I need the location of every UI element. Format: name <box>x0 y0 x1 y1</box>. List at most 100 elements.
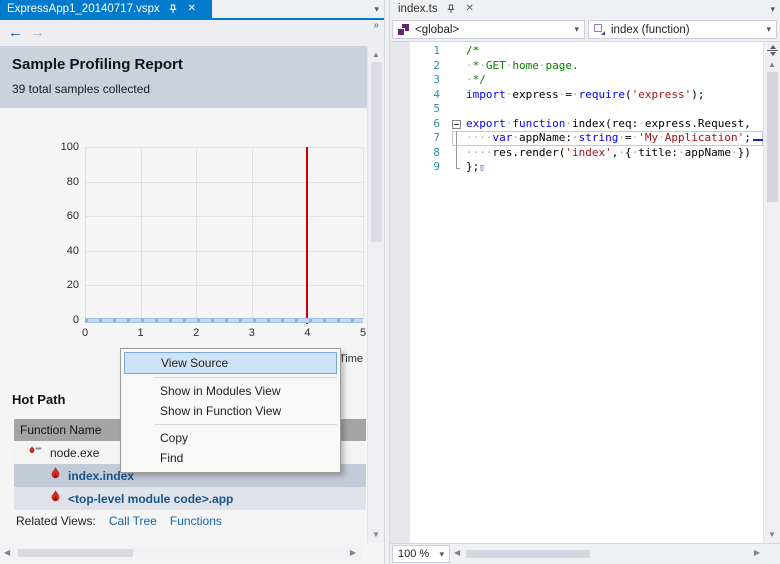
scrollbar-thumb[interactable] <box>18 549 133 557</box>
vs-window: ExpressApp1_20140717.vspx ✕ ▾ ← → ›› Sam… <box>0 0 780 564</box>
scroll-left-icon[interactable]: ◀ <box>4 548 10 557</box>
functions-link[interactable]: Functions <box>170 514 222 528</box>
code-line[interactable]: 1 /* <box>410 44 763 59</box>
menu-item-copy[interactable]: Copy <box>121 428 340 448</box>
tab-title: ExpressApp1_20140717.vspx <box>7 3 160 15</box>
code-text: import·express·=·require('express'); <box>466 87 705 101</box>
scroll-up-icon[interactable]: ▲ <box>764 60 780 69</box>
line-number: 6 <box>433 116 440 130</box>
zoom-level-dropdown[interactable]: 100 % ▾ <box>392 545 450 563</box>
scroll-left-icon[interactable]: ◀ <box>454 548 460 557</box>
gridline <box>85 285 363 287</box>
vertical-scrollbar[interactable]: ▲ ▼ <box>367 46 384 543</box>
fold-margin <box>452 44 466 59</box>
code-line[interactable]: 9};▯ <box>410 160 763 175</box>
code-text: /* <box>466 44 480 57</box>
tab-index-ts[interactable]: index.ts ✕ <box>390 0 484 18</box>
fold-margin <box>452 145 466 161</box>
code-area[interactable]: 1 /* 2 ·*·GET·home·page. 3 ·*/ 4 import·express… <box>410 44 763 175</box>
text-editor[interactable]: 1 /* 2 ·*·GET·home·page. 3 ·*/ 4 import·express… <box>390 42 780 543</box>
report-toolbar: ← → ›› <box>0 20 384 46</box>
horizontal-scrollbar[interactable]: ◀ ▶ <box>0 546 362 560</box>
menu-item-view-source[interactable]: View Source <box>124 352 337 374</box>
scrollbar-thumb[interactable] <box>371 62 382 242</box>
right-tab-bar: index.ts ✕ ▾ <box>390 0 780 18</box>
chevron-down-icon[interactable]: ▾ <box>770 4 775 15</box>
gridline <box>85 216 363 218</box>
line-number: 3 <box>433 73 440 86</box>
tab-vspx-report[interactable]: ExpressApp1_20140717.vspx ✕ <box>0 0 212 18</box>
process-flame-icon <box>28 445 43 460</box>
menu-separator <box>154 377 337 378</box>
call-tree-link[interactable]: Call Tree <box>109 514 157 528</box>
toolbar-overflow-icon[interactable]: ›› <box>373 20 379 31</box>
back-icon[interactable]: ← <box>8 24 23 41</box>
code-line[interactable]: 4 import·express·=·require('express'); <box>410 88 763 103</box>
editor-status-bar: 100 % ▾ ◀ ▶ <box>390 543 780 564</box>
fold-margin <box>452 88 466 103</box>
scope-dropdown[interactable]: <global> ▾ <box>392 20 585 39</box>
close-icon[interactable]: ✕ <box>464 3 476 15</box>
scroll-right-icon[interactable]: ▶ <box>754 548 760 557</box>
code-line[interactable]: 5 <box>410 102 763 117</box>
tab-title: index.ts <box>398 3 438 15</box>
member-dropdown-value: index (function) <box>611 23 690 36</box>
profiling-report-pane: ExpressApp1_20140717.vspx ✕ ▾ ← → ›› Sam… <box>0 0 384 564</box>
x-axis-tick-label: 4 <box>304 327 311 339</box>
code-line[interactable]: 8 ····res.render('index',·{·title:·appNam… <box>410 145 763 161</box>
fold-margin <box>452 160 466 175</box>
line-number: 4 <box>433 87 440 101</box>
horizontal-scrollbar[interactable]: ◀ ▶ <box>454 546 760 562</box>
gridline <box>85 181 363 183</box>
code-text: export·function·index(req:·express.Reque… <box>466 116 751 130</box>
vertical-scrollbar[interactable]: ▲ ▼ <box>763 42 780 543</box>
code-editor-pane: index.ts ✕ ▾ <global> ▾ index (function)… <box>390 0 780 564</box>
scroll-up-icon[interactable]: ▲ <box>368 50 384 59</box>
code-text: ·*/ <box>466 73 486 86</box>
code-line[interactable]: 3 ·*/ <box>410 73 763 88</box>
close-icon[interactable]: ✕ <box>186 3 198 15</box>
x-axis-tick-label: 3 <box>248 327 255 339</box>
function-name: node.exe <box>50 445 100 460</box>
x-axis-tick-label: 0 <box>81 327 89 339</box>
fold-collapse-icon[interactable] <box>452 117 466 132</box>
left-tab-bar: ExpressApp1_20140717.vspx ✕ ▾ <box>0 0 384 18</box>
scrollbar-thumb[interactable] <box>767 72 778 202</box>
splitter-grip-icon[interactable] <box>766 44 779 57</box>
scope-dropdown-value: <global> <box>415 23 460 36</box>
line-number: 7 <box>433 131 440 144</box>
code-line[interactable]: 7 ····var·appName:·string·=·'My·Applicati… <box>410 131 763 146</box>
editor-navigation-bar: <global> ▾ index (function) ▾ <box>390 18 780 42</box>
code-line[interactable]: 2 ·*·GET·home·page. <box>410 59 763 74</box>
y-axis-tick-label: 20 <box>66 279 79 292</box>
related-views: Related Views: Call Tree Functions <box>16 514 222 528</box>
member-dropdown[interactable]: index (function) ▾ <box>588 20 777 39</box>
chevron-down-icon[interactable]: ▾ <box>374 4 379 15</box>
samples-collected-text: 39 total samples collected <box>12 82 151 96</box>
menu-item-find[interactable]: Find <box>121 448 340 468</box>
x-axis-tick-label: 1 <box>137 327 144 339</box>
function-name-link[interactable]: <top-level module code>.app <box>68 492 233 506</box>
breakpoint-margin[interactable] <box>390 42 410 543</box>
gridline <box>196 147 198 320</box>
flame-icon <box>50 467 61 484</box>
y-axis-tick-label: 40 <box>66 244 79 257</box>
menu-item-show-in-function-view[interactable]: Show in Function View <box>121 401 340 421</box>
gridline <box>85 147 86 320</box>
pin-icon[interactable] <box>445 3 457 15</box>
y-axis-tick-label: 0 <box>72 314 79 326</box>
scrollbar-thumb[interactable] <box>466 550 590 558</box>
line-number: 8 <box>433 145 440 159</box>
flame-icon <box>50 490 61 507</box>
table-row[interactable]: <top-level module code>.app <box>14 487 366 510</box>
forward-icon: → <box>30 24 45 41</box>
gridline <box>251 147 253 320</box>
pin-icon[interactable] <box>167 3 179 15</box>
scroll-down-icon[interactable]: ▼ <box>368 530 384 539</box>
menu-separator <box>154 424 337 425</box>
scroll-right-icon[interactable]: ▶ <box>350 548 356 557</box>
code-line[interactable]: 6 export·function·index(req:·express.Requ… <box>410 117 763 132</box>
scroll-down-icon[interactable]: ▼ <box>764 530 780 539</box>
code-text: };▯ <box>466 160 485 173</box>
menu-item-show-in-modules-view[interactable]: Show in Modules View <box>121 381 340 401</box>
